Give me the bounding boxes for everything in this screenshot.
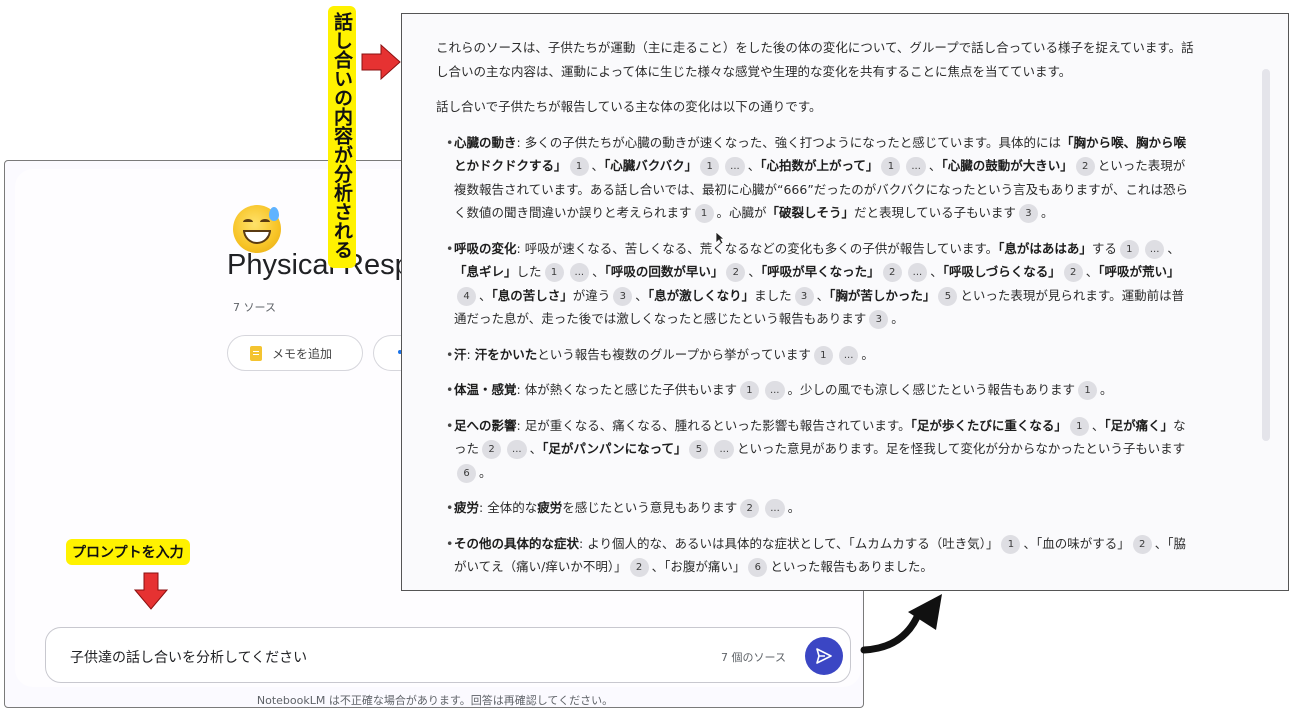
red-right-arrow-icon xyxy=(361,44,401,80)
citation-more-badge[interactable]: ... xyxy=(507,440,527,459)
citation-more-badge[interactable]: ... xyxy=(906,157,926,176)
red-down-arrow-icon xyxy=(134,572,168,610)
citation-badge[interactable]: 1 xyxy=(1001,534,1021,554)
prompt-input[interactable]: 子供達の話し合いを分析してください 7 個のソース xyxy=(45,627,851,683)
response-text: これらのソースは、子供たちが運動（主に走ること）をした後の体の変化について、グル… xyxy=(436,36,1196,590)
source-count: 7 ソース xyxy=(233,301,276,314)
citation-more-badge[interactable]: ... xyxy=(569,263,590,282)
citation-badge[interactable]: 6 xyxy=(457,463,476,483)
document-icon xyxy=(250,345,262,361)
body-changes-list: 心臓の動き: 多くの子供たちが心臓の動きが速くなった、強く打つようになったと感じ… xyxy=(436,131,1196,579)
citation-badge[interactable]: 1 xyxy=(544,263,564,282)
add-memo-button[interactable]: メモを追加 xyxy=(227,335,363,371)
notebook-title: Physical Resp xyxy=(227,249,411,281)
citation-badge[interactable]: 1 xyxy=(1119,239,1139,259)
list-item-heart: 心臓の動き: 多くの子供たちが心臓の動きが速くなった、強く打つようになったと感じ… xyxy=(436,131,1196,225)
analysis-annotation-label: 話し合いの内容が分析される xyxy=(328,6,356,268)
list-item-fatigue: 疲労: 全体的な疲労を感じたという意見もあります2...。 xyxy=(436,496,1196,520)
send-icon xyxy=(816,648,832,664)
citation-more-badge[interactable]: ... xyxy=(714,440,735,459)
citation-badge[interactable]: 1 xyxy=(1078,381,1098,400)
citation-badge[interactable]: 1 xyxy=(1069,416,1089,436)
citation-badge[interactable]: 1 xyxy=(813,345,833,365)
citation-badge[interactable]: 2 xyxy=(482,440,502,459)
citation-more-badge[interactable]: ... xyxy=(764,381,785,400)
citation-badge[interactable]: 5 xyxy=(689,440,709,459)
citation-badge[interactable]: 2 xyxy=(1063,263,1083,282)
scrollbar[interactable] xyxy=(1262,69,1270,441)
citation-more-badge[interactable]: ... xyxy=(765,499,785,518)
citation-badge[interactable]: 3 xyxy=(613,286,633,306)
list-item-other-symptoms: その他の具体的な症状: より個人的な、あるいは具体的な症状として、「ムカムカする… xyxy=(436,532,1196,579)
citation-badge[interactable]: 2 xyxy=(629,558,649,577)
citation-more-badge[interactable]: ... xyxy=(725,157,745,176)
citation-badge[interactable]: 3 xyxy=(794,286,814,306)
citation-badge[interactable]: 1 xyxy=(739,381,759,400)
citation-badge[interactable]: 6 xyxy=(748,558,768,577)
response-lead: 話し合いで子供たちが報告している主な体の変化は以下の通りです。 xyxy=(436,99,822,114)
citation-more-badge[interactable]: ... xyxy=(907,263,928,282)
curved-arrow-icon xyxy=(860,594,942,654)
prompt-text: 子供達の話し合いを分析してください xyxy=(70,650,308,666)
citation-badge[interactable]: 2 xyxy=(726,263,746,282)
prompt-source-count: 7 個のソース xyxy=(721,651,786,664)
citation-badge[interactable]: 2 xyxy=(1132,534,1152,554)
citation-badge[interactable]: 2 xyxy=(740,499,760,518)
citation-badge[interactable]: 2 xyxy=(882,263,902,282)
citation-badge[interactable]: 4 xyxy=(457,286,476,306)
disclaimer-text: NotebookLM は不正確な場合があります。回答は再確認してください。 xyxy=(256,694,614,707)
smiling-sweat-emoji-icon xyxy=(233,205,281,253)
list-item-sweat: 汗: 汗をかいたという報告も複数のグループから挙がっています1...。 xyxy=(436,343,1196,367)
citation-more-badge[interactable]: ... xyxy=(1144,239,1165,259)
send-button[interactable] xyxy=(805,637,843,675)
citation-badge[interactable]: 1 xyxy=(569,157,589,176)
list-item-legs: 足への影響: 足が重くなる、痛くなる、腫れるといった影響も報告されています。「足… xyxy=(436,414,1196,485)
citation-badge[interactable]: 1 xyxy=(881,157,901,176)
list-item-body-temperature: 体温・感覚: 体が熱くなったと感じた子供もいます1...。少しの風でも涼しく感じ… xyxy=(436,378,1196,402)
chat-response-panel: これらのソースは、子供たちが運動（主に走ること）をした後の体の変化について、グル… xyxy=(401,13,1289,591)
citation-badge[interactable]: 3 xyxy=(1018,204,1038,223)
citation-badge[interactable]: 3 xyxy=(869,310,889,329)
citation-badge[interactable]: 1 xyxy=(700,157,720,176)
list-item-breathing: 呼吸の変化: 呼吸が速くなる、苦しくなる、荒くなるなどの変化も多くの子供が報告し… xyxy=(436,237,1196,331)
citation-more-badge[interactable]: ... xyxy=(838,345,859,365)
add-memo-label: メモを追加 xyxy=(272,346,333,361)
analysis-annotation-text: 話し合いの内容が分析される xyxy=(331,12,353,259)
response-intro: これらのソースは、子供たちが運動（主に走ること）をした後の体の変化について、グル… xyxy=(436,40,1194,79)
citation-badge[interactable]: 1 xyxy=(694,204,714,223)
citation-badge[interactable]: 5 xyxy=(938,286,958,306)
input-annotation-label: プロンプトを入力 xyxy=(66,539,190,565)
citation-badge[interactable]: 2 xyxy=(1075,157,1095,176)
